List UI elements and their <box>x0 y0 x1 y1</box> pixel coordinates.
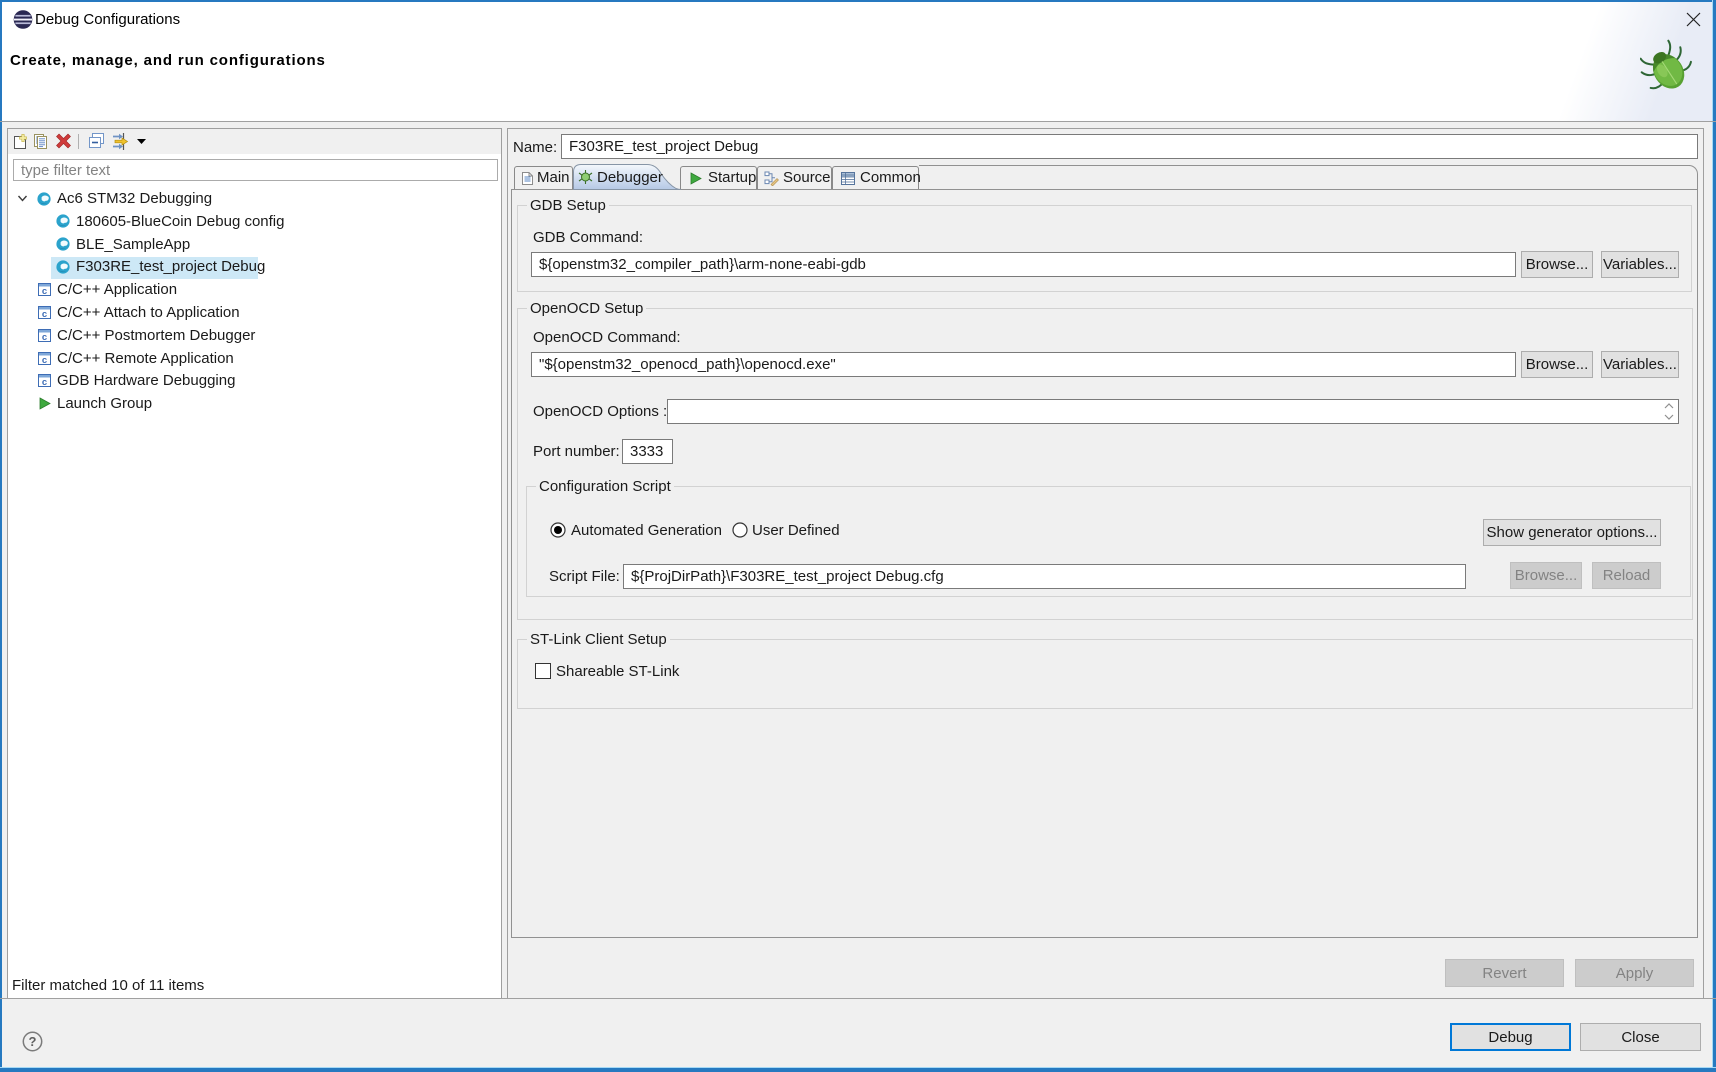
svg-text:c: c <box>42 286 47 297</box>
svg-text:?: ? <box>29 1034 37 1049</box>
svg-text:c: c <box>42 332 47 343</box>
svg-text:c: c <box>42 309 47 320</box>
svg-text:c: c <box>42 377 47 388</box>
svg-text:c: c <box>42 355 47 366</box>
